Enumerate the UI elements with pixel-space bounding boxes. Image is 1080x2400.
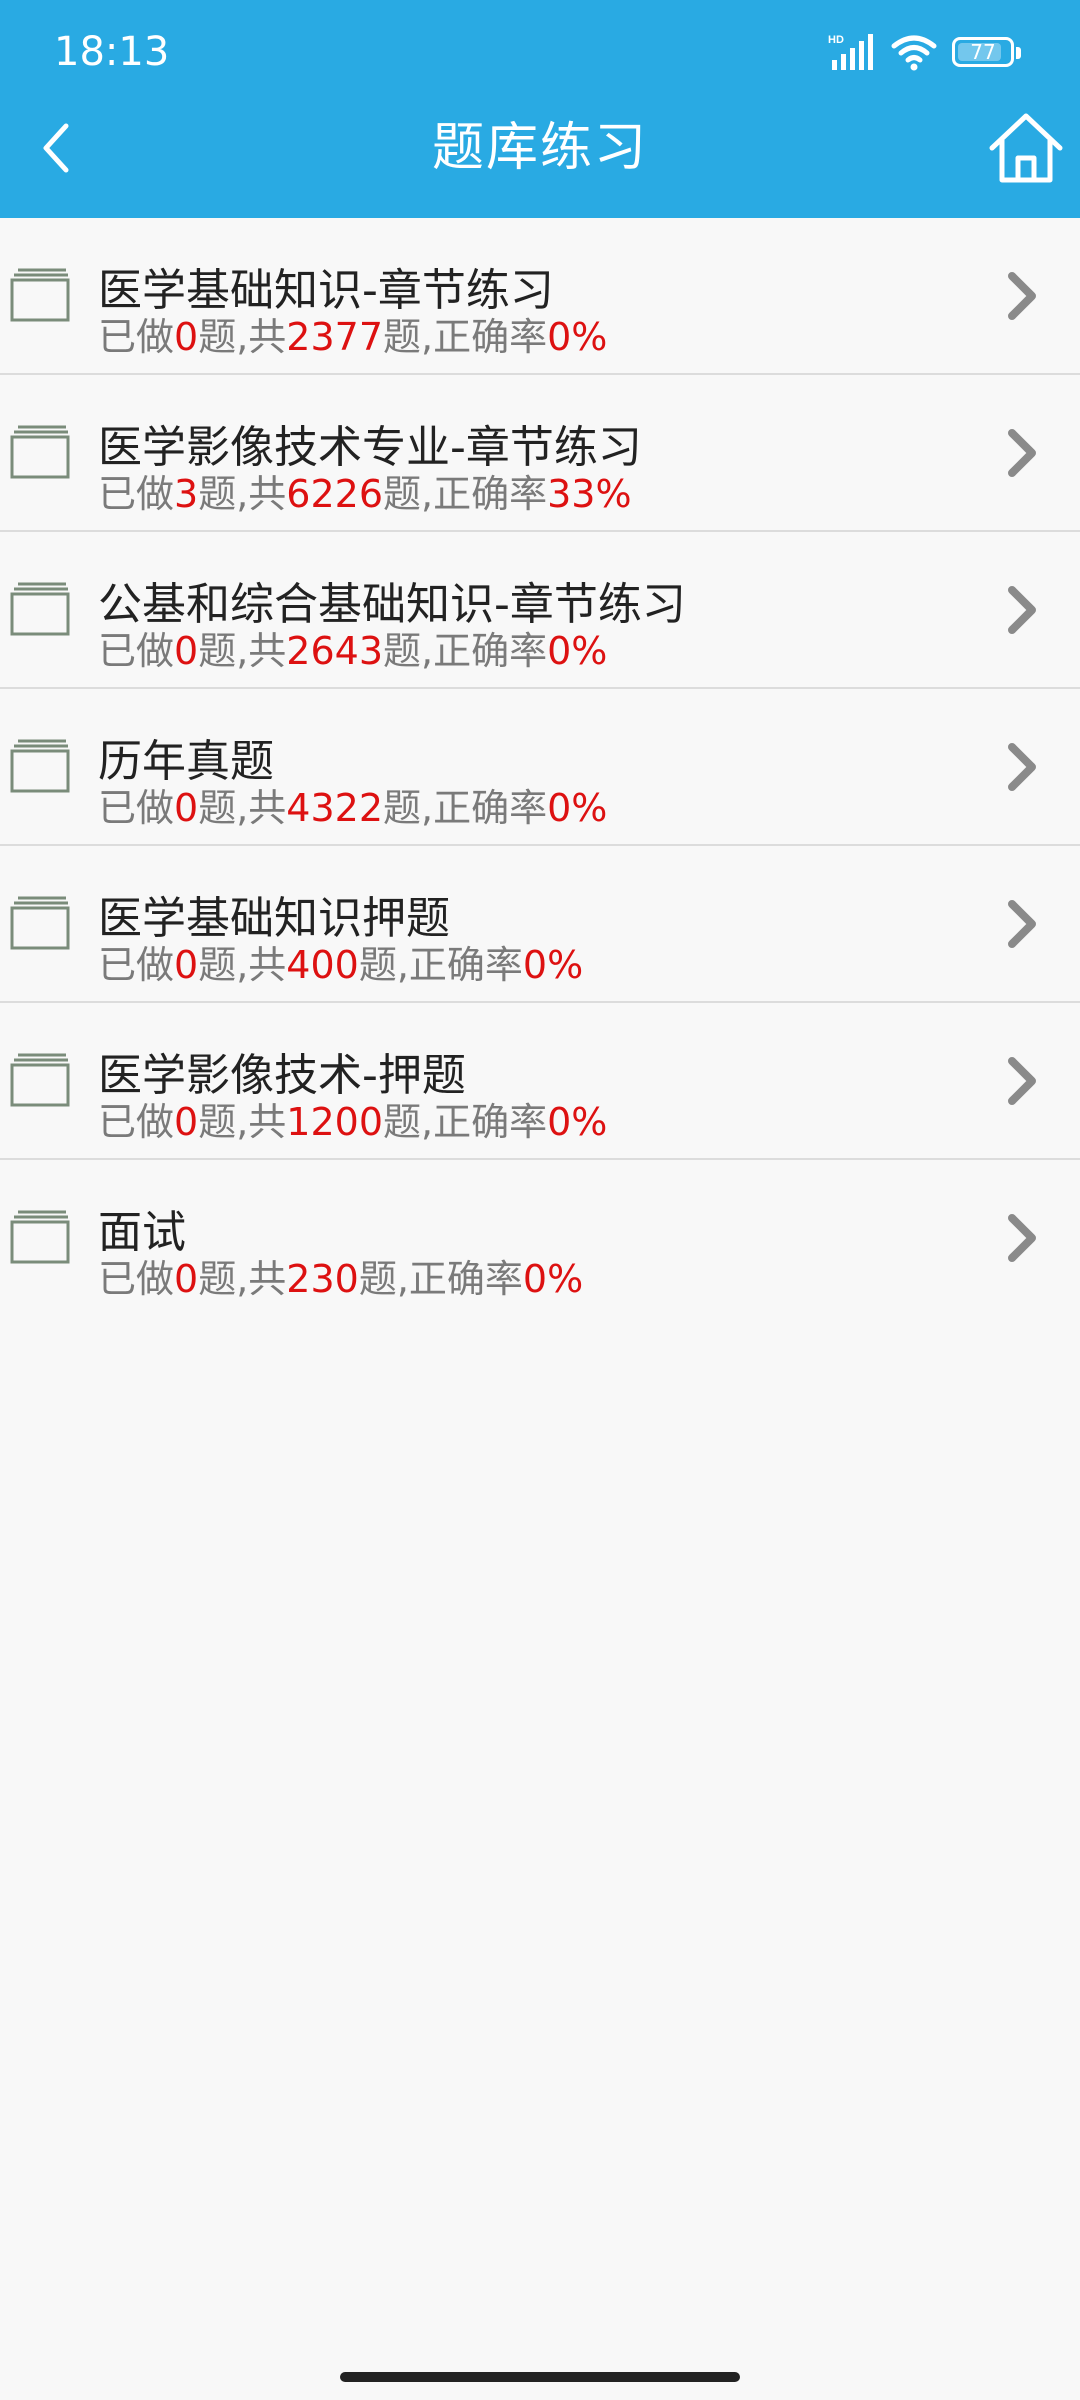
item-title: 医学基础知识-章节练习 [98,265,554,316]
app-header: 18:13 HD 77 题库练习 [0,0,1080,218]
list-item-2[interactable]: 公基和综合基础知识-章节练习 已做0题,共2643题,正确率0% [0,532,1080,689]
item-stats: 已做3题,共6226题,正确率33% [98,472,632,516]
folder-icon [10,1210,70,1264]
list-item-0[interactable]: 医学基础知识-章节练习 已做0题,共2377题,正确率0% [0,218,1080,375]
folder-icon [10,739,70,793]
item-title: 历年真题 [98,736,274,787]
item-title: 医学基础知识押题 [98,893,450,944]
folder-icon [10,425,70,479]
item-stats: 已做0题,共4322题,正确率0% [98,786,608,830]
list-item-5[interactable]: 医学影像技术-押题 已做0题,共1200题,正确率0% [0,1003,1080,1160]
status-icons: HD 77 [828,30,1021,74]
network-label: HD [828,34,844,46]
folder-icon [10,896,70,950]
item-title: 面试 [98,1207,186,1258]
chevron-right-icon [1008,900,1036,948]
item-stats: 已做0题,共230题,正确率0% [98,1257,584,1301]
chevron-right-icon [1008,586,1036,634]
folder-icon [10,268,70,322]
folder-icon [10,1053,70,1107]
item-title: 医学影像技术专业-章节练习 [98,422,642,473]
item-title: 医学影像技术-押题 [98,1050,466,1101]
battery-nub [1016,47,1021,59]
item-title: 公基和综合基础知识-章节练习 [98,579,686,630]
wifi-icon [891,35,937,71]
chevron-right-icon [1008,1057,1036,1105]
item-stats: 已做0题,共400题,正确率0% [98,943,584,987]
list-item-4[interactable]: 医学基础知识押题 已做0题,共400题,正确率0% [0,846,1080,1003]
battery-icon: 77 [952,37,1021,67]
chevron-right-icon [1008,743,1036,791]
list-item-3[interactable]: 历年真题 已做0题,共4322题,正确率0% [0,689,1080,846]
home-indicator-bar[interactable] [340,2372,740,2382]
battery-level: 77 [970,40,996,64]
folder-icon [10,582,70,636]
list-item-1[interactable]: 医学影像技术专业-章节练习 已做3题,共6226题,正确率33% [0,375,1080,532]
list-item-6[interactable]: 面试 已做0题,共230题,正确率0% [0,1160,1080,1317]
item-stats: 已做0题,共2377题,正确率0% [98,315,608,359]
chevron-right-icon [1008,272,1036,320]
question-bank-list: 医学基础知识-章节练习 已做0题,共2377题,正确率0% 医学影像技术专业-章… [0,218,1080,1317]
chevron-right-icon [1008,429,1036,477]
home-icon[interactable] [986,110,1066,186]
item-stats: 已做0题,共2643题,正确率0% [98,629,608,673]
signal-icon: HD [828,34,873,70]
chevron-right-icon [1008,1214,1036,1262]
item-stats: 已做0题,共1200题,正确率0% [98,1100,608,1144]
status-time: 18:13 [54,29,170,75]
page-title: 题库练习 [431,118,648,178]
